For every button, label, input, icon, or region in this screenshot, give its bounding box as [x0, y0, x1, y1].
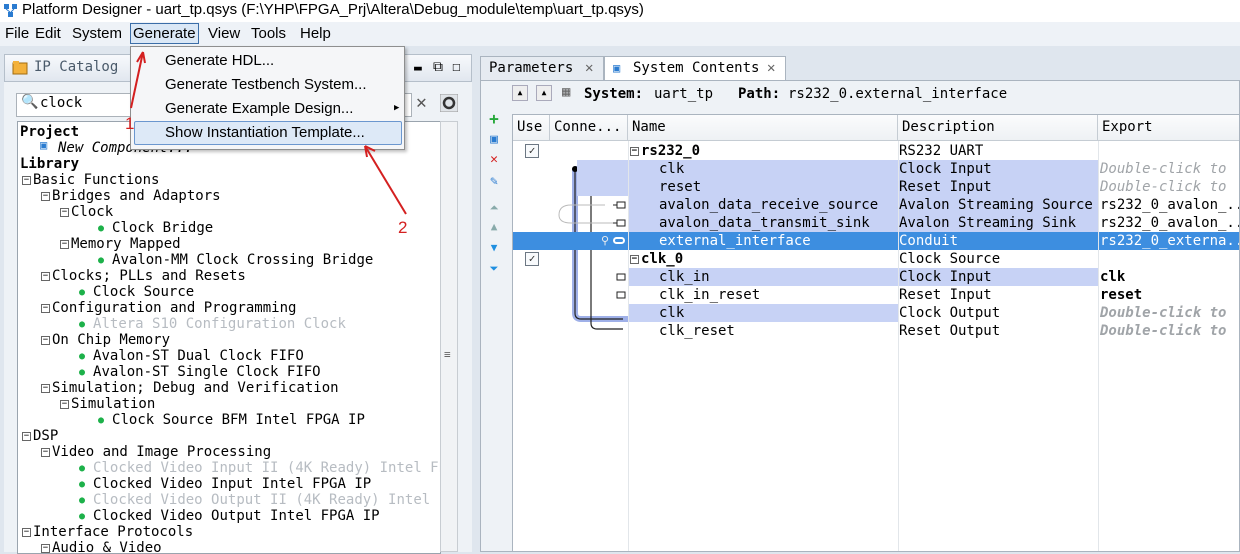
annotation-2: 2 [398, 218, 408, 237]
annotation-arrows [130, 51, 407, 215]
annotation-1: 1 [125, 114, 135, 133]
